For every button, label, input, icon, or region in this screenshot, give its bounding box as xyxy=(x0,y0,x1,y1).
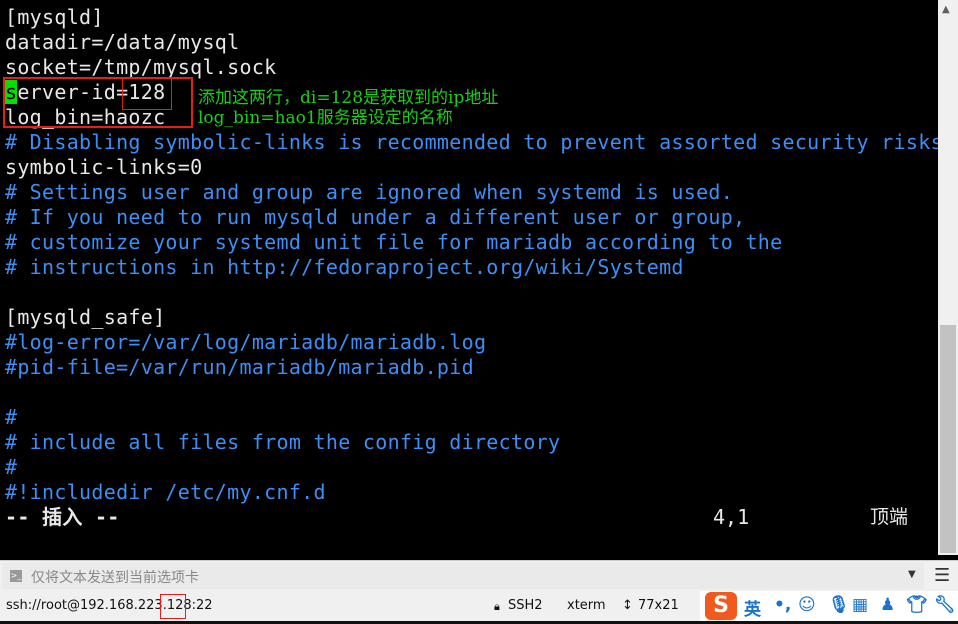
vim-mode: -- 插入 -- xyxy=(5,505,120,529)
editor-line: # Disabling symbolic-links is recommende… xyxy=(5,130,943,155)
ime-lang[interactable]: 英 xyxy=(744,595,761,620)
user-icon[interactable]: ♟ xyxy=(880,595,895,615)
chevron-down-icon[interactable]: ▼ xyxy=(908,569,916,580)
line-text: #pid-file=/var/run/mariadb/mariadb.pid xyxy=(5,355,474,379)
editor-line: # xyxy=(5,455,17,480)
send-bar: >_ 仅将文本发送到当前选项卡 ▼ ☰ xyxy=(0,560,958,591)
terminal-icon: >_ xyxy=(10,570,22,582)
line-text: symbolic-links=0 xyxy=(5,155,203,179)
emoji-icon[interactable]: ☺ xyxy=(798,595,816,615)
editor-line: #!includedir /etc/my.cnf.d xyxy=(5,480,326,505)
protocol: SSH2 xyxy=(508,598,543,613)
skin-icon[interactable]: 👕︎ xyxy=(906,595,928,615)
keyboard-icon[interactable]: ▦ xyxy=(852,595,868,615)
send-placeholder: 仅将文本发送到当前选项卡 xyxy=(31,570,199,586)
annotation-line-2: log_bin=hao1服务器设定的名称 xyxy=(198,108,453,128)
highlight-box-id xyxy=(122,78,172,110)
line-text: # Disabling symbolic-links is recommende… xyxy=(5,130,943,154)
editor-line: #log-error=/var/log/mariadb/mariadb.log xyxy=(5,330,486,355)
line-text: # If you need to run mysqld under a diff… xyxy=(5,205,746,229)
line-text: # include all files from the config dire… xyxy=(5,430,561,454)
scrollbar-thumb[interactable] xyxy=(940,325,956,553)
menu-icon[interactable]: ☰ xyxy=(934,565,950,586)
editor-line: [mysqld] xyxy=(5,5,104,30)
terminal-area[interactable]: [mysqld] datadir=/data/mysql socket=/tmp/m… xyxy=(0,0,943,555)
line-text: datadir=/data/mysql xyxy=(5,30,240,54)
editor-line: symbolic-links=0 xyxy=(5,155,202,180)
line-text: [mysqld_safe] xyxy=(5,305,166,329)
settings-wrench-icon[interactable]: 🔧︎ xyxy=(934,595,956,615)
cursor-position: 4,1 xyxy=(713,505,750,529)
line-text: # Settings user and group are ignored wh… xyxy=(5,180,734,204)
editor-line: #pid-file=/var/run/mariadb/mariadb.pid xyxy=(5,355,474,380)
line-text: #log-error=/var/log/mariadb/mariadb.log xyxy=(5,330,487,354)
editor-line: [mysqld_safe] xyxy=(5,305,165,330)
editor-line: datadir=/data/mysql xyxy=(5,30,239,55)
terminal-type: xterm xyxy=(567,598,606,613)
status-bar: ssh://root@192.168.223.128:22 🔒︎ SSH2 xt… xyxy=(0,591,958,621)
scrollbar[interactable]: ▲ xyxy=(938,0,958,555)
line-text: # customize your systemd unit file for m… xyxy=(5,230,783,254)
line-text: # xyxy=(5,455,18,479)
line-text: # instructions in http://fedoraproject.o… xyxy=(5,255,684,279)
line-text: # xyxy=(5,405,18,429)
terminal-size: 77x21 xyxy=(638,598,679,613)
line-text: [mysqld] xyxy=(5,5,104,29)
editor-line: # include all files from the config dire… xyxy=(5,430,560,455)
ime-punct[interactable]: •, xyxy=(774,595,791,615)
editor-line: # Settings user and group are ignored wh… xyxy=(5,180,733,205)
scroll-position: 顶端 xyxy=(870,506,909,528)
resize-icon: ↕ xyxy=(622,598,633,613)
ime-toolbar[interactable]: S 英 •, ☺ 🎙︎ ▦ ♟ 👕︎ 🔧︎ xyxy=(700,591,958,621)
editor-line: # xyxy=(5,405,17,430)
editor-line: # instructions in http://fedoraproject.o… xyxy=(5,255,684,280)
send-input[interactable]: >_ 仅将文本发送到当前选项卡 ▼ xyxy=(2,563,924,589)
scroll-up-icon[interactable]: ▲ xyxy=(942,4,950,15)
editor-line: # customize your systemd unit file for m… xyxy=(5,230,782,255)
microphone-icon[interactable]: 🎙︎ xyxy=(828,595,850,615)
line-text: #!includedir /etc/my.cnf.d xyxy=(5,480,326,504)
lock-icon: 🔒︎ xyxy=(494,600,500,613)
editor-line: # If you need to run mysqld under a diff… xyxy=(5,205,745,230)
highlight-box-ip xyxy=(160,594,186,619)
sogou-logo-icon[interactable]: S xyxy=(705,592,737,620)
line-text: socket=/tmp/mysql.sock xyxy=(5,55,277,79)
